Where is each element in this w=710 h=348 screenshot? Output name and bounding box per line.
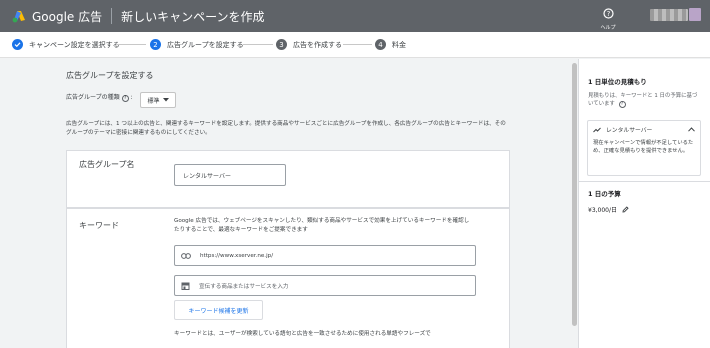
ad-group-type-label: 広告グループの種類? : (66, 94, 133, 102)
store-icon (181, 282, 190, 290)
link-icon (181, 252, 191, 259)
estimate-text-content: 見積もりは、キーワードと 1 日の予算に基づいています (588, 93, 698, 107)
product-service-placeholder: 宣伝する商品またはサービスを入力 (199, 283, 289, 290)
top-bar: Google 広告 新しいキャンペーンを作成 ? ヘルプ (0, 0, 710, 32)
sidebar-divider (579, 181, 710, 182)
step-number: 2 (150, 39, 161, 50)
update-keyword-suggestions-button[interactable]: キーワード候補を更新 (174, 300, 263, 320)
step-complete-check-icon (12, 39, 23, 50)
keywords-label: キーワード (79, 221, 119, 230)
avatar[interactable] (689, 8, 701, 21)
estimate-item-label: レンタルサーバー (606, 128, 653, 134)
budget-title: 1 日の予算 (588, 190, 621, 198)
step-connector (243, 44, 273, 45)
svg-text:?: ? (606, 10, 610, 18)
step-label: キャンペーン設定を選択する (29, 40, 120, 49)
pencil-icon[interactable] (622, 206, 629, 213)
ad-group-type-text: 広告グループの種類 (66, 94, 120, 101)
trend-icon (593, 127, 601, 132)
step-label: 料金 (392, 40, 406, 49)
help-icon[interactable]: ? (121, 95, 129, 102)
logo-text: Google 広告 (32, 9, 103, 24)
help-button[interactable]: ? ヘルプ (596, 4, 620, 31)
estimate-sidebar: 1 日単位の見積もり 見積もりは、キーワードと 1 日の予算に基づいています ?… (578, 59, 710, 348)
step-connector (343, 44, 372, 45)
estimate-text: 見積もりは、キーワードと 1 日の予算に基づいています ? (588, 92, 700, 108)
keywords-footer-text: キーワードとは、ユーザーが検索している語句と広告を一致させるために使用される単語… (174, 331, 431, 337)
google-ads-logo[interactable]: Google 広告 (12, 8, 102, 25)
main-content: 広告グループを設定する 広告グループの種類? : 標準 広告グループには、1 つ… (0, 59, 578, 348)
url-input[interactable]: https://www.xserver.ne.jp/ (174, 245, 476, 266)
estimate-title: 1 日単位の見積もり (588, 78, 647, 86)
scrollbar-thumb[interactable] (572, 63, 577, 326)
step-ad-group[interactable]: 2 広告グループを設定する (150, 39, 244, 50)
ad-group-name-card: 広告グループ名 レンタルサーバー (66, 150, 510, 208)
budget-row: ¥3,000/日 (588, 205, 629, 214)
page-title: 新しいキャンペーンを作成 (121, 9, 265, 24)
help-label: ヘルプ (600, 25, 616, 31)
step-connector (116, 44, 146, 45)
step-pricing[interactable]: 4 料金 (375, 39, 406, 50)
estimate-card-header[interactable]: レンタルサーバー (593, 125, 652, 134)
account-name-blurred[interactable] (650, 9, 688, 21)
product-service-input[interactable]: 宣伝する商品またはサービスを入力 (174, 275, 476, 296)
step-number: 3 (276, 39, 287, 50)
section-title: 広告グループを設定する (66, 71, 154, 80)
progress-stepper: キャンペーン設定を選択する 2 広告グループを設定する 3 広告を作成する 4 … (0, 32, 710, 58)
dropdown-arrow-icon (162, 98, 169, 102)
budget-value: ¥3,000/日 (588, 207, 618, 214)
help-icon: ? (602, 8, 614, 19)
google-ads-logo-icon (12, 10, 25, 22)
ad-group-type-select[interactable]: 標準 (140, 92, 176, 108)
estimate-item-text: 現在キャンペーンで情報が不足しているため、正確な見積もりを提供できません。 (593, 140, 694, 154)
ad-group-description: 広告グループには、1 つ以上の広告と、関連するキーワードを設定します。提供する商… (66, 121, 506, 136)
keywords-card: キーワード Google 広告では、ウェブページをスキャンしたり、類似する商品や… (66, 208, 510, 348)
chevron-up-icon[interactable] (688, 127, 695, 132)
estimate-card: レンタルサーバー 現在キャンペーンで情報が不足しているため、正確な見積もりを提供… (587, 120, 701, 176)
step-label: 広告グループを設定する (167, 40, 244, 49)
keywords-description: Google 広告では、ウェブページをスキャンしたり、類似する商品やサービスで効… (174, 218, 470, 233)
title-divider (111, 8, 113, 24)
url-value: https://www.xserver.ne.jp/ (200, 252, 274, 259)
step-create-ad[interactable]: 3 広告を作成する (276, 39, 342, 50)
step-label: 広告を作成する (293, 40, 342, 49)
ad-group-name-label: 広告グループ名 (79, 160, 135, 169)
step-campaign-settings[interactable]: キャンペーン設定を選択する (12, 39, 120, 50)
help-icon[interactable]: ? (618, 101, 626, 108)
ad-group-type-value: 標準 (147, 97, 160, 105)
ad-group-name-input[interactable]: レンタルサーバー (174, 164, 286, 186)
step-number: 4 (375, 39, 386, 50)
